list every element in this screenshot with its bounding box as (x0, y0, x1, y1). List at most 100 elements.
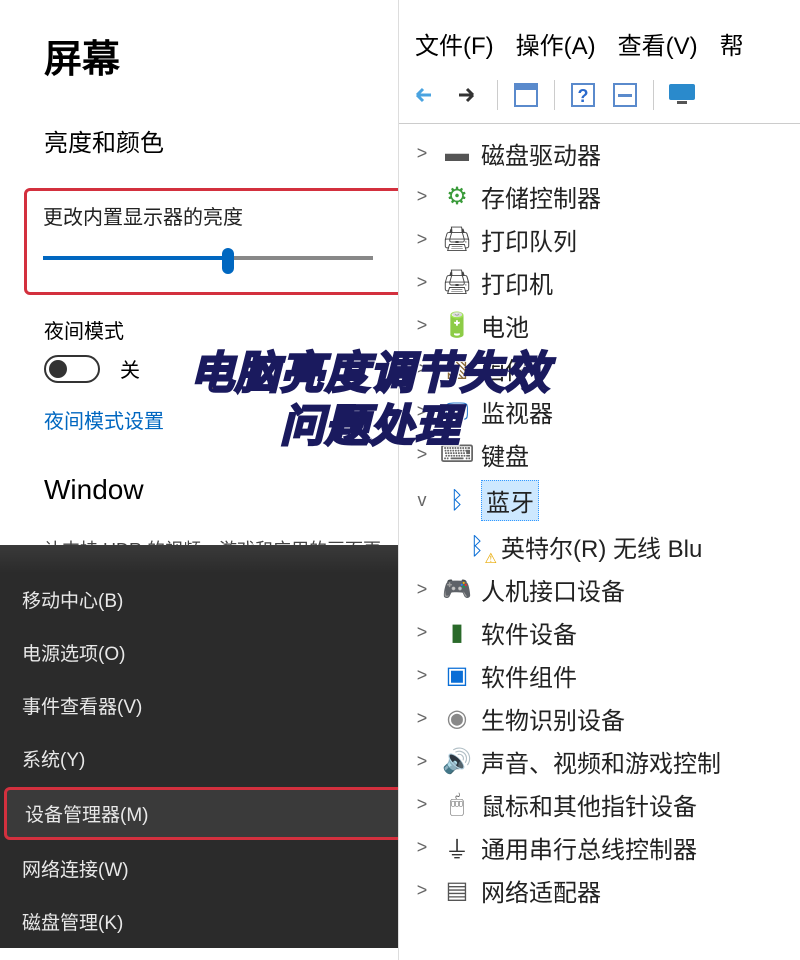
sw-icon: ▮ (441, 617, 473, 649)
monitor-icon[interactable] (664, 77, 700, 113)
tree-item[interactable]: ᛒ英特尔(R) 无线 Blu (411, 525, 800, 568)
back-icon[interactable] (409, 77, 445, 113)
bt-icon: ᛒ (441, 485, 473, 517)
bt-icon: ᛒ (461, 531, 493, 563)
properties-icon[interactable] (508, 77, 544, 113)
tree-item[interactable]: > 🔊声音、视频和游戏控制 (411, 740, 800, 783)
device-tree: >▬磁盘驱动器>⚙存储控制器>🖨打印队列>🖨打印机>🔋电池>▧固件>🖵监视器>⌨… (399, 124, 800, 912)
winx-context-menu: 移动中心(B)电源选项(O)事件查看器(V)系统(Y)设备管理器(M)网络连接(… (0, 545, 410, 948)
toolbar-separator (497, 80, 498, 110)
tree-item[interactable]: > ▮软件设备 (411, 611, 800, 654)
prn-icon: 🖨 (441, 224, 473, 256)
tree-item[interactable]: >▤网络适配器 (411, 869, 800, 912)
mouse-icon: 🖱 (441, 789, 473, 821)
tree-item[interactable]: > 🔋电池 (411, 304, 800, 347)
tree-item[interactable]: > ▣软件组件 (411, 654, 800, 697)
ctx-item-电源选项(O)[interactable]: 电源选项(O) (0, 626, 410, 679)
ctx-item-磁盘管理(K)[interactable]: 磁盘管理(K) (0, 895, 410, 948)
settings-panel: 屏幕 亮度和颜色 更改内置显示器的亮度 夜间模式 关 夜间模式设置 Window… (0, 0, 400, 639)
tree-item-label: 人机接口设备 (481, 572, 625, 607)
toolbar-separator (653, 80, 654, 110)
overlay-line1: 电脑亮度调节失效 (190, 348, 550, 401)
toggle-state-text: 关 (120, 354, 140, 383)
hid-icon: 🎮 (441, 574, 473, 606)
comp-icon: ▣ (441, 660, 473, 692)
tree-item-label: 存储控制器 (481, 179, 601, 214)
toolbar: ? (399, 71, 800, 124)
device-manager-window: 文件(F) 操作(A) 查看(V) 帮 ? > ▬磁盘驱动器 > ⚙存储控制器 > 🖨打印… (398, 0, 800, 960)
tree-item-label: 软件组件 (481, 658, 577, 693)
bat-icon: 🔋 (441, 310, 473, 342)
tree-item-label: 生物识别设备 (481, 701, 625, 736)
brightness-highlight-box: 更改内置显示器的亮度 (24, 188, 404, 295)
windows-hd-heading: Window (44, 474, 400, 506)
scan-icon[interactable] (607, 77, 643, 113)
ctrl-icon: ⚙ (441, 181, 473, 213)
tree-item-label: 电池 (481, 308, 529, 343)
expand-icon[interactable]: > (411, 143, 433, 164)
tree-item-label: 磁盘驱动器 (481, 136, 601, 171)
tree-item[interactable]: vᛒ蓝牙 (411, 476, 800, 525)
expand-icon[interactable]: > (411, 229, 433, 250)
overlay-line2: 问题处理 (190, 401, 550, 454)
slider-track-fill (43, 256, 228, 260)
tree-item[interactable]: > 🖨打印队列 (411, 218, 800, 261)
bio-icon: ◉ (441, 703, 473, 735)
expand-icon[interactable]: > (411, 186, 433, 207)
prn-icon: 🖨 (441, 267, 473, 299)
tree-item[interactable]: > 🖱鼠标和其他指针设备 (411, 783, 800, 826)
expand-icon[interactable]: > (411, 622, 433, 643)
usb-icon: ⏚ (441, 832, 473, 864)
page-title: 屏幕 (44, 28, 400, 83)
tree-item[interactable]: > 🖨打印机 (411, 261, 800, 304)
tree-item[interactable]: > ▬磁盘驱动器 (411, 132, 800, 175)
expand-icon[interactable]: > (411, 751, 433, 772)
tree-item[interactable]: > ⏚通用串行总线控制器 (411, 826, 800, 869)
tree-item[interactable]: > ◉生物识别设备 (411, 697, 800, 740)
ctx-item-网络连接(W)[interactable]: 网络连接(W) (0, 842, 410, 895)
expand-icon[interactable]: > (411, 665, 433, 686)
menu-file[interactable]: 文件(F) (407, 26, 502, 61)
menubar: 文件(F) 操作(A) 查看(V) 帮 (399, 0, 800, 71)
expand-icon[interactable]: > (411, 794, 433, 815)
night-mode-toggle[interactable] (44, 355, 100, 383)
menu-view[interactable]: 查看(V) (610, 26, 706, 61)
tree-item[interactable]: > ⚙存储控制器 (411, 175, 800, 218)
expand-icon[interactable]: > (411, 272, 433, 293)
tree-item[interactable]: > 🎮人机接口设备 (411, 568, 800, 611)
ctx-item-移动中心(B)[interactable]: 移动中心(B) (0, 573, 410, 626)
expand-icon[interactable]: > (411, 315, 433, 336)
brightness-label: 更改内置显示器的亮度 (43, 201, 385, 230)
tree-item-label: 打印机 (481, 265, 553, 300)
expand-icon[interactable]: > (411, 837, 433, 858)
expand-icon[interactable]: > (411, 880, 433, 901)
expand-icon[interactable]: v (411, 490, 433, 511)
svg-text:?: ? (578, 86, 589, 106)
section-brightness-color: 亮度和颜色 (44, 123, 400, 158)
snd-icon: 🔊 (441, 746, 473, 778)
context-menu-top (0, 545, 410, 573)
forward-icon[interactable] (451, 77, 487, 113)
overlay-caption: 电脑亮度调节失效 问题处理 (190, 348, 550, 454)
tree-item-label: 通用串行总线控制器 (481, 830, 697, 865)
help-icon[interactable]: ? (565, 77, 601, 113)
night-mode-label: 夜间模式 (44, 315, 400, 344)
menu-action[interactable]: 操作(A) (508, 26, 604, 61)
ctx-item-事件查看器(V)[interactable]: 事件查看器(V) (0, 679, 410, 732)
tree-item-label: 网络适配器 (481, 873, 601, 908)
slider-thumb[interactable] (222, 248, 234, 274)
brightness-slider[interactable] (43, 248, 373, 268)
tree-item-label: 声音、视频和游戏控制 (481, 744, 721, 779)
expand-icon[interactable]: > (411, 708, 433, 729)
ctx-item-系统(Y)[interactable]: 系统(Y) (0, 732, 410, 785)
toolbar-separator (554, 80, 555, 110)
ctx-item-设备管理器(M)[interactable]: 设备管理器(M) (4, 787, 406, 840)
tree-item-label: 软件设备 (481, 615, 577, 650)
tree-item-label: 蓝牙 (481, 480, 539, 521)
hdd-icon: ▬ (441, 138, 473, 170)
tree-item-label: 打印队列 (481, 222, 577, 257)
menu-help[interactable]: 帮 (712, 26, 752, 61)
tree-item-label: 英特尔(R) 无线 Blu (501, 529, 702, 564)
tree-item-label: 鼠标和其他指针设备 (481, 787, 697, 822)
expand-icon[interactable]: > (411, 579, 433, 600)
